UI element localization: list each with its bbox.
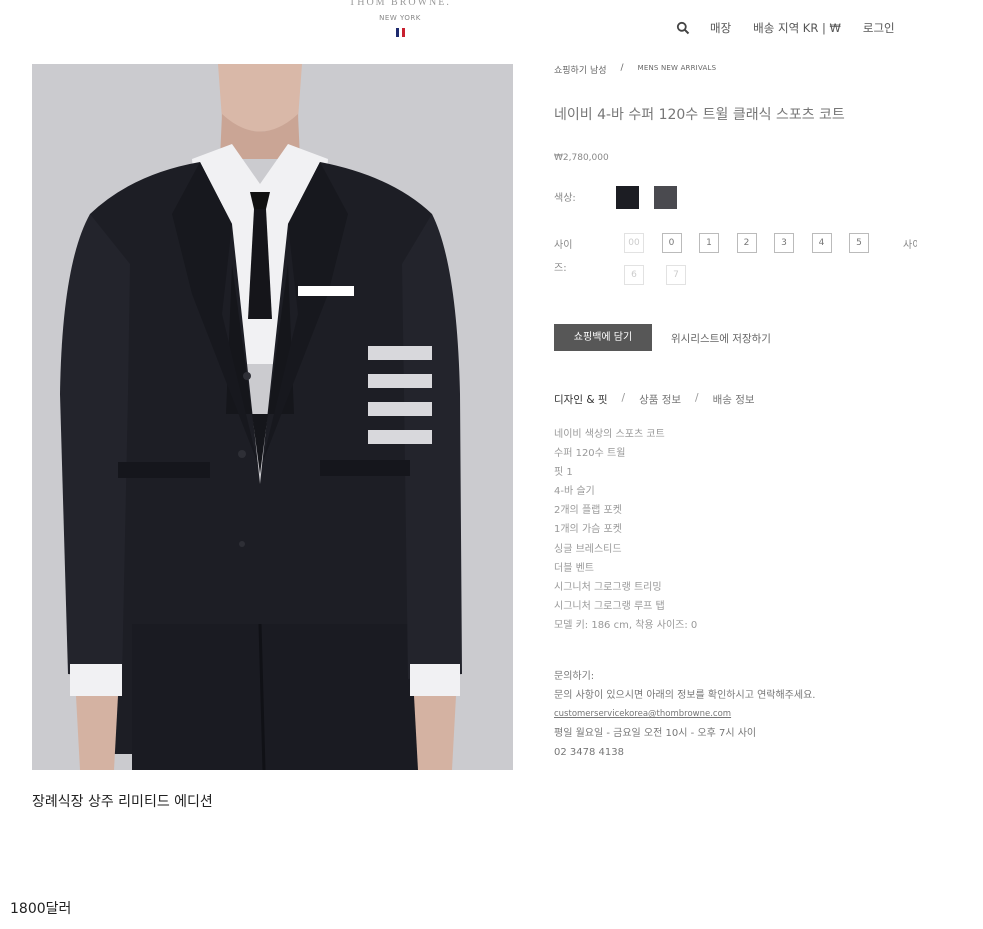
- product-price: ₩2,780,000: [554, 153, 609, 163]
- breadcrumb: 쇼핑하기 남성 / MENS NEW ARRIVALS: [554, 63, 716, 76]
- size-option-4[interactable]: 4: [811, 233, 832, 253]
- save-to-wishlist-link[interactable]: 위시리스트에 저장하기: [671, 331, 771, 346]
- tab-separator: /: [695, 392, 699, 404]
- size-option-7[interactable]: 7: [666, 265, 686, 285]
- tab-separator: /: [621, 392, 626, 404]
- size-option-5[interactable]: 5: [849, 233, 869, 253]
- contact-message: 문의 사항이 있으시면 아래의 정보를 확인하시고 연락해주세요.: [554, 690, 816, 701]
- description-line: 더블 벤트: [554, 562, 594, 574]
- search-icon[interactable]: [676, 21, 690, 35]
- description-line: 시그니처 그로그랭 트리밍: [554, 581, 662, 593]
- contact-section: 문의하기: 문의 사항이 있으시면 아래의 정보를 확인하시고 연락해주세요. …: [554, 667, 815, 762]
- breadcrumb-separator: /: [620, 63, 624, 73]
- add-to-bag-button[interactable]: 쇼핑백에 담기: [554, 324, 652, 351]
- contact-hours: 평일 월요일 - 금요일 오전 10시 - 오후 7시 사이: [554, 728, 757, 739]
- contact-phone: 02 3478 4138: [554, 747, 624, 758]
- color-swatch-navy[interactable]: [616, 186, 639, 209]
- nav-stores-link[interactable]: 매장: [710, 20, 731, 36]
- description-line: 네이비 색상의 스포츠 코트: [554, 429, 665, 440]
- size-option-1[interactable]: 1: [699, 233, 719, 253]
- size-label: 사이즈:: [554, 240, 573, 274]
- size-option-0[interactable]: 0: [661, 233, 682, 253]
- tab-shipping-info[interactable]: 배송 정보: [713, 392, 755, 407]
- tab-design-fit[interactable]: 디자인 & 핏: [554, 392, 608, 407]
- contact-heading: 문의하기:: [554, 671, 595, 682]
- description-line: 1개의 가슴 포켓: [554, 524, 622, 536]
- description-line: 시그니처 그로그랭 루프 탭: [554, 600, 665, 612]
- description-line: 싱글 브레스티드: [554, 543, 622, 555]
- product-info-tabs: 디자인 & 핏 / 상품 정보 / 배송 정보: [554, 392, 755, 407]
- product-description: 네이비 색상의 스포츠 코트수퍼 120수 트윌핏 1 4-바 슬기 2개의 플랩 …: [554, 425, 697, 635]
- description-line: 수퍼 120수 트윌: [554, 448, 626, 460]
- size-option-3[interactable]: 3: [774, 233, 794, 253]
- brand-name: THOM BROWNE.: [349, 0, 451, 8]
- size-option-2[interactable]: 2: [736, 233, 757, 253]
- tricolor-flag-icon: [340, 28, 460, 37]
- size-extra-label: 사이즈: [903, 240, 917, 251]
- site-header: THOM BROWNE. NEW YORK 매장 배송 지역 KR | ₩ 로그…: [0, 0, 983, 60]
- flag-stripe: [401, 28, 405, 37]
- description-line: 2개의 플랩 포켓: [554, 505, 622, 517]
- size-option-6[interactable]: 6: [624, 265, 644, 285]
- nav-login-link[interactable]: 로그인: [863, 20, 895, 36]
- photo-caption: 장례식장 상주 리미티드 에디션: [32, 794, 213, 810]
- breadcrumb-new-arrivals[interactable]: MENS NEW ARRIVALS: [638, 64, 717, 76]
- nav-shipping-region[interactable]: 배송 지역 KR | ₩: [753, 20, 841, 36]
- size-option-00[interactable]: 00: [624, 233, 644, 253]
- color-swatch-gray[interactable]: [654, 186, 677, 209]
- model-in-suit-image: [32, 64, 513, 770]
- description-line: 모델 키: 186 cm, 착용 사이즈: 0: [554, 619, 698, 631]
- brand-location: NEW YORK: [379, 14, 421, 22]
- brand-logo[interactable]: THOM BROWNE. NEW YORK: [340, 0, 460, 37]
- product-photo: [32, 64, 513, 770]
- product-title: 네이비 4-바 수퍼 120수 트윌 클래식 스포츠 코트: [554, 107, 845, 123]
- price-note: 1800달러: [10, 901, 72, 917]
- description-line: 핏 1: [554, 467, 573, 479]
- breadcrumb-shop-men[interactable]: 쇼핑하기 남성: [554, 63, 607, 76]
- color-label: 색상:: [554, 193, 576, 204]
- description-line: 4-바 슬기: [554, 486, 595, 498]
- header-nav: 매장 배송 지역 KR | ₩ 로그인: [676, 20, 917, 36]
- tab-product-info[interactable]: 상품 정보: [639, 392, 681, 407]
- contact-email-link[interactable]: customerservicekorea@thombrowne.com: [554, 705, 815, 724]
